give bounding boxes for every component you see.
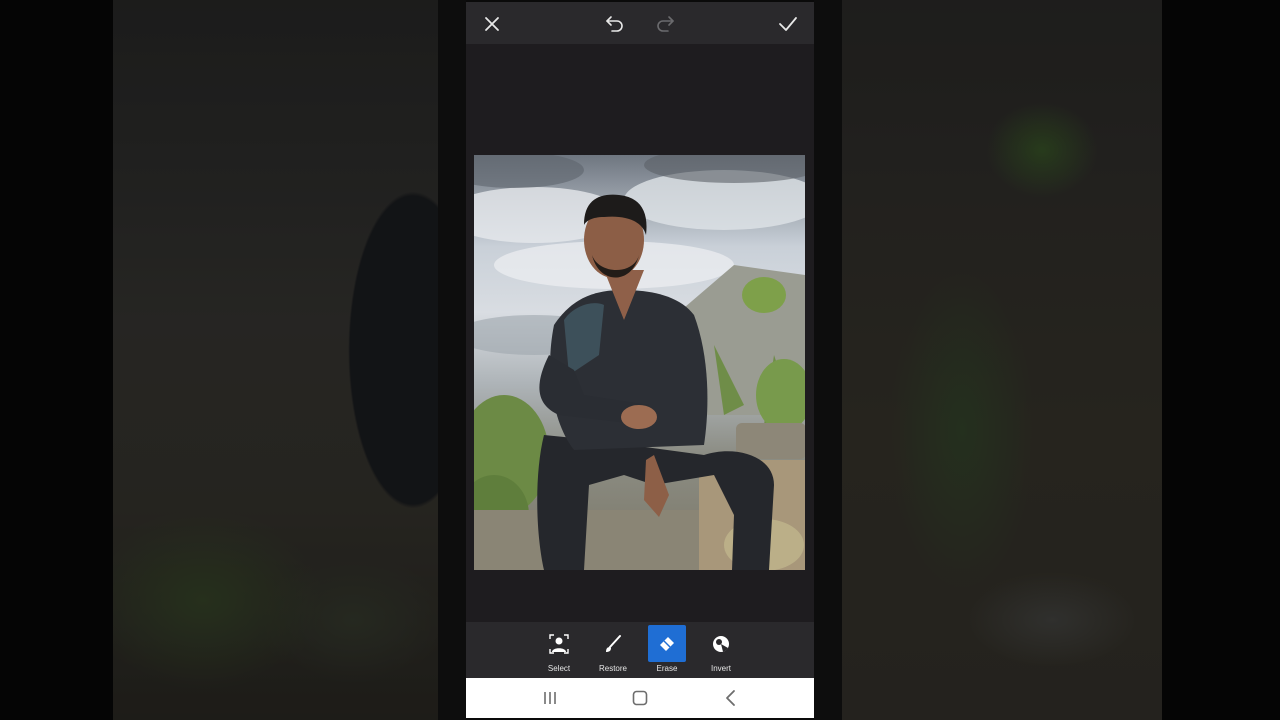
editor-canvas[interactable] <box>466 44 814 622</box>
brush-icon <box>594 625 632 662</box>
close-icon[interactable] <box>480 12 504 36</box>
tool-label-select: Select <box>547 664 571 673</box>
blurred-background-left <box>113 0 438 720</box>
eraser-icon <box>648 625 686 662</box>
tool-invert[interactable]: Invert <box>701 625 741 677</box>
right-letterbox <box>1162 0 1280 720</box>
tool-label-invert: Invert <box>710 664 731 673</box>
undo-icon[interactable] <box>603 12 627 36</box>
recents-icon[interactable] <box>540 688 560 708</box>
cutout-tool-bar: Select Restore Erase Invert <box>466 622 814 678</box>
editor-top-bar <box>466 0 814 44</box>
tool-restore[interactable]: Restore <box>593 625 633 677</box>
tool-select[interactable]: Select <box>539 625 579 677</box>
tool-label-restore: Restore <box>598 664 627 673</box>
invert-icon <box>702 625 740 662</box>
blurred-background-right <box>842 0 1162 720</box>
tool-label-erase: Erase <box>656 664 678 673</box>
checkmark-icon[interactable] <box>776 12 800 36</box>
person-select-icon <box>540 625 578 662</box>
phone-bezel-left <box>438 0 466 720</box>
tool-erase[interactable]: Erase <box>647 625 687 677</box>
back-icon[interactable] <box>721 688 741 708</box>
home-icon[interactable] <box>630 688 650 708</box>
android-nav-bar <box>466 678 814 718</box>
redo-icon[interactable] <box>653 12 677 36</box>
phone-bezel-right <box>814 0 842 720</box>
phone-screen: Select Restore Erase Invert <box>466 0 814 720</box>
cutout-photo[interactable] <box>474 155 805 570</box>
left-letterbox <box>0 0 113 720</box>
